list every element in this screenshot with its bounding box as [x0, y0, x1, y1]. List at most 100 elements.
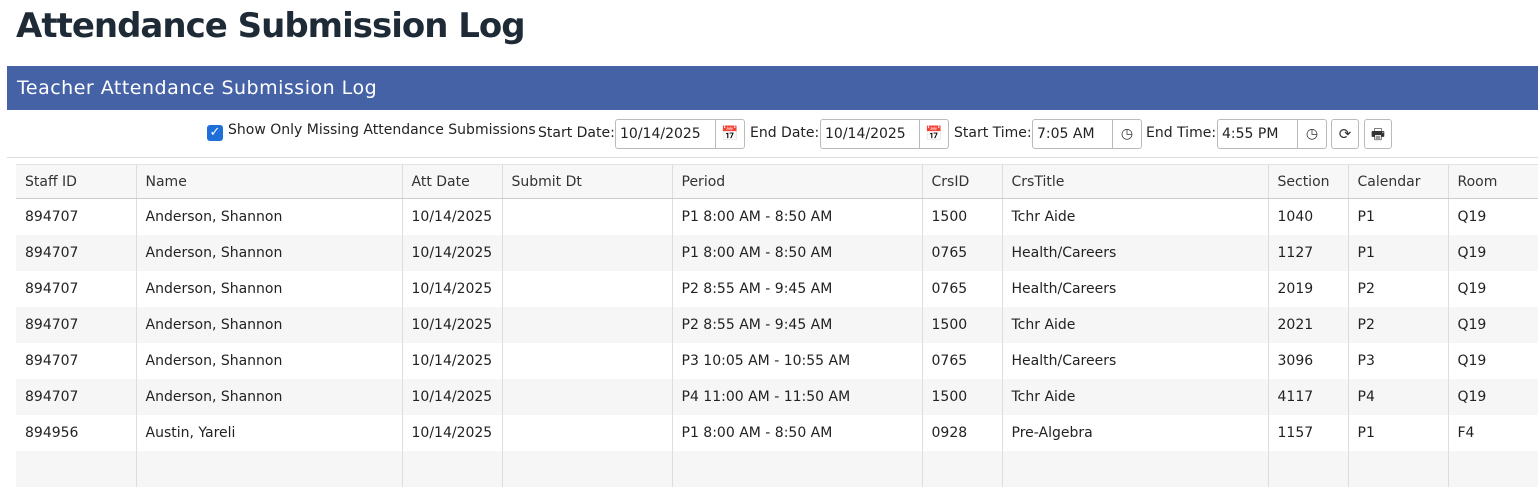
table-cell: 894707	[16, 307, 136, 343]
start-date-field[interactable]: 10/14/2025 📅	[615, 119, 745, 149]
table-row[interactable]: 894707 Anderson, Shannon 10/14/2025 P3 10:0…	[16, 343, 1538, 379]
column-header[interactable]: Att Date	[401, 164, 502, 199]
table-cell: 10/14/2025	[401, 415, 502, 451]
table-cell: 3096	[1267, 343, 1348, 379]
refresh-icon: ⟳	[1338, 125, 1352, 143]
table-cell: 10/14/2025	[401, 235, 502, 271]
table-cell: 0928	[921, 415, 1002, 451]
table-cell: Anderson, Shannon	[135, 307, 402, 343]
column-header[interactable]: Name	[135, 164, 402, 199]
table-row[interactable]: 894707 Anderson, Shannon 10/14/2025 P2 8:55…	[16, 307, 1538, 343]
table-cell: Health/Careers	[1001, 271, 1268, 307]
column-header[interactable]: CrsTitle	[1001, 164, 1268, 199]
page-title: Attendance Submission Log	[16, 6, 526, 46]
table-cell: 894707	[25, 209, 79, 225]
table-cell	[1267, 451, 1348, 487]
column-header[interactable]: Submit Dt	[501, 164, 672, 199]
table-cell: Q19	[1447, 379, 1538, 415]
panel-title: Teacher Attendance Submission Log	[17, 77, 378, 99]
table-cell: P4 11:00 AM - 11:50 AM	[671, 379, 922, 415]
table-cell: Austin, Yareli	[135, 415, 402, 451]
table-cell: 1500	[921, 198, 1002, 235]
table-cell: 10/14/2025	[401, 271, 502, 307]
table-cell: Anderson, Shannon	[135, 235, 402, 271]
table-cell: P1 8:00 AM - 8:50 AM	[671, 415, 922, 451]
table-cell: P1	[1347, 235, 1448, 271]
table-cell	[501, 198, 672, 235]
table-cell: Q19	[1447, 198, 1538, 235]
refresh-button[interactable]: ⟳	[1331, 119, 1359, 149]
table-row[interactable]	[16, 451, 1538, 487]
attendance-table: Staff ID Name Att Date Submit Dt Period …	[16, 164, 1538, 487]
table-cell	[16, 451, 136, 487]
table-cell	[501, 343, 672, 379]
table-cell	[501, 451, 672, 487]
table-cell: 10/14/2025	[401, 379, 502, 415]
clock-icon[interactable]: ◷	[1112, 120, 1141, 148]
table-cell: 0765	[921, 343, 1002, 379]
start-date-label: Start Date:	[538, 125, 615, 141]
table-cell: 2021	[1267, 307, 1348, 343]
check-icon: ✓	[209, 125, 221, 140]
table-cell	[501, 415, 672, 451]
table-cell	[921, 451, 1002, 487]
table-cell	[1447, 451, 1538, 487]
calendar-icon[interactable]: 📅	[919, 120, 948, 148]
start-date-value[interactable]: 10/14/2025	[620, 120, 701, 148]
table-row[interactable]: 894707 Anderson, Shannon 10/14/2025 P2 8:55…	[16, 271, 1538, 307]
table-cell: Tchr Aide	[1001, 307, 1268, 343]
filter-toolbar: ✓ Show Only Missing Attendance Submissio…	[7, 111, 1538, 158]
table-cell: Health/Careers	[1001, 343, 1268, 379]
missing-only-checkbox[interactable]: ✓	[207, 125, 223, 141]
table-row[interactable]: 894707 Anderson, Shannon 10/14/2025 P1 8:00…	[16, 235, 1538, 271]
table-cell	[671, 451, 922, 487]
clock-icon[interactable]: ◷	[1297, 120, 1326, 148]
table-cell: Q19	[1447, 235, 1538, 271]
column-header[interactable]: Staff ID	[16, 164, 136, 199]
column-header[interactable]: CrsID	[921, 164, 1002, 199]
start-time-label: Start Time:	[954, 125, 1032, 141]
table-cell: 2019	[1267, 271, 1348, 307]
table-cell: P3	[1347, 343, 1448, 379]
end-time-label: End Time:	[1146, 125, 1217, 141]
table-cell: P1 8:00 AM - 8:50 AM	[671, 198, 922, 235]
table-cell: 10/14/2025	[401, 343, 502, 379]
column-header[interactable]: Section	[1267, 164, 1348, 199]
table-cell: 1127	[1267, 235, 1348, 271]
end-time-field[interactable]: 4:55 PM ◷	[1217, 119, 1327, 149]
table-cell: 1157	[1267, 415, 1348, 451]
panel-header: Teacher Attendance Submission Log	[7, 66, 1538, 110]
column-header[interactable]: Room	[1447, 164, 1538, 199]
column-header[interactable]: Period	[671, 164, 922, 199]
table-cell: P1	[1347, 415, 1448, 451]
end-time-value[interactable]: 4:55 PM	[1222, 120, 1278, 148]
table-cell: P2 8:55 AM - 9:45 AM	[671, 271, 922, 307]
calendar-icon[interactable]: 📅	[715, 120, 744, 148]
column-header[interactable]: Calendar	[1347, 164, 1448, 199]
table-cell	[1001, 451, 1268, 487]
table-cell: 1500	[921, 379, 1002, 415]
table-row[interactable]: 894707 Anderson, Shannon 10/14/2025 P4 11:0…	[16, 379, 1538, 415]
table-cell: P1	[1347, 198, 1448, 235]
table-cell: Tchr Aide	[1001, 379, 1268, 415]
table-cell: Tchr Aide	[1001, 198, 1268, 235]
end-date-value[interactable]: 10/14/2025	[825, 120, 906, 148]
table-cell: 894707	[16, 235, 136, 271]
table-cell: P1 8:00 AM - 8:50 AM	[671, 235, 922, 271]
start-time-value[interactable]: 7:05 AM	[1037, 120, 1095, 148]
table-cell	[501, 307, 672, 343]
table-row[interactable]: 894707 Anderson, Shannon 10/14/2025 P1 8:00…	[16, 198, 1538, 235]
end-date-label: End Date:	[750, 125, 820, 141]
table-cell: 4117	[1267, 379, 1348, 415]
table-cell	[501, 379, 672, 415]
table-row[interactable]: 894956 Austin, Yareli 10/14/2025 P1 8:00 AM…	[16, 415, 1538, 451]
print-button[interactable]: 🖶	[1364, 119, 1392, 149]
table-cell: Anderson, Shannon	[135, 198, 402, 235]
start-time-field[interactable]: 7:05 AM ◷	[1032, 119, 1142, 149]
print-icon: 🖶	[1370, 125, 1386, 143]
table-cell: 1500	[921, 307, 1002, 343]
end-date-field[interactable]: 10/14/2025 📅	[820, 119, 949, 149]
table-cell: 894707	[25, 281, 79, 297]
table-cell: 894956	[25, 425, 79, 441]
table-cell: Q19	[1447, 307, 1538, 343]
